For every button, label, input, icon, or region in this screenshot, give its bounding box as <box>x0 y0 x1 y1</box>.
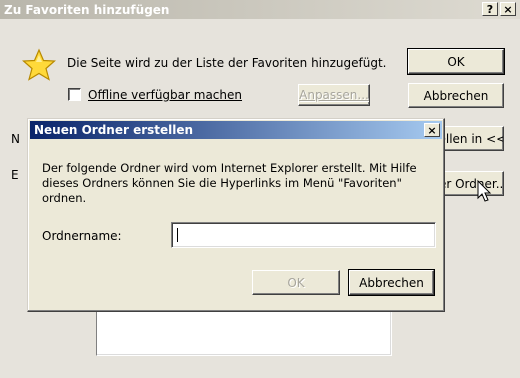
create-in-label-partial: E <box>11 168 19 182</box>
favorites-dialog-title: Zu Favoriten hinzufügen <box>4 2 170 17</box>
new-folder-dialog: Neuen Ordner erstellen × Der folgende Or… <box>27 118 445 312</box>
favorites-star-icon <box>22 48 56 81</box>
name-label-partial: N <box>11 132 20 146</box>
cancel-button[interactable]: Abbrechen <box>408 83 504 108</box>
new-folder-dialog-title: Neuen Ordner erstellen <box>34 123 194 137</box>
mouse-cursor-icon <box>477 180 492 202</box>
close-icon: × <box>427 123 437 137</box>
help-button[interactable]: ? <box>482 2 498 16</box>
favorites-dialog-titlebar[interactable]: Zu Favoriten hinzufügen <box>0 0 520 19</box>
favorites-message: Die Seite wird zu der Liste der Favorite… <box>67 56 387 70</box>
new-folder-description: Der folgende Ordner wird vom Internet Ex… <box>42 161 417 205</box>
new-folder-close-button[interactable]: × <box>424 123 440 137</box>
new-folder-cancel-button[interactable]: Abbrechen <box>348 269 435 296</box>
new-folder-ok-button[interactable]: OK <box>252 270 340 295</box>
close-button[interactable]: × <box>500 2 516 16</box>
text-cursor <box>177 228 178 242</box>
folder-name-input[interactable] <box>171 222 436 248</box>
customize-button[interactable]: Anpassen... <box>298 84 370 106</box>
folder-name-label: Ordnername: <box>42 229 122 243</box>
close-icon: × <box>503 2 513 16</box>
offline-checkbox[interactable] <box>68 88 81 101</box>
offline-checkbox-label[interactable]: Offline verfügbar machen <box>88 88 242 102</box>
new-folder-dialog-titlebar[interactable]: Neuen Ordner erstellen <box>30 121 442 139</box>
ok-button[interactable]: OK <box>407 48 505 75</box>
